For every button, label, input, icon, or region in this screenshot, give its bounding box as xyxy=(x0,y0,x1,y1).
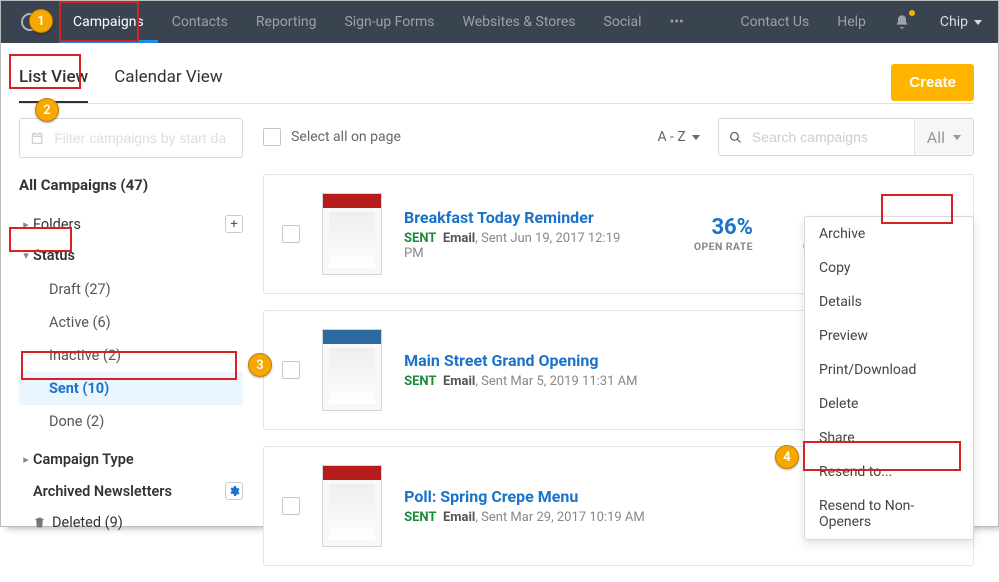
dropdown-copy[interactable]: Copy xyxy=(805,251,973,285)
date-filter-field[interactable] xyxy=(52,129,232,147)
campaign-title[interactable]: Poll: Spring Crepe Menu xyxy=(404,487,843,506)
campaign-thumbnail[interactable] xyxy=(322,193,382,275)
campaign-thumbnail[interactable] xyxy=(322,329,382,411)
caret-right-icon xyxy=(19,218,33,231)
status-inactive[interactable]: Inactive (2) xyxy=(19,339,243,372)
dropdown-resend-to[interactable]: Resend to... xyxy=(805,455,973,489)
status-draft[interactable]: Draft (27) xyxy=(19,273,243,306)
chevron-down-icon xyxy=(974,20,982,25)
status-sent[interactable]: Sent (10) xyxy=(19,372,243,405)
sort-label: A - Z xyxy=(657,129,685,145)
archived-settings-button[interactable] xyxy=(225,482,243,500)
notification-bell-icon[interactable] xyxy=(880,1,924,43)
chevron-down-icon xyxy=(692,135,700,140)
sub-nav: List View Calendar View Create xyxy=(1,43,998,103)
sidebar-deleted[interactable]: Deleted (9) xyxy=(19,507,243,538)
sidebar-campaign-type[interactable]: Campaign Type xyxy=(19,444,243,475)
nav-help[interactable]: Help xyxy=(823,1,880,43)
user-name: Chip xyxy=(940,14,968,30)
campaign-list: Select all on page A - Z All xyxy=(263,118,974,582)
sidebar-archived-label: Archived Newsletters xyxy=(33,483,225,500)
step-badge-4: 4 xyxy=(775,445,799,469)
chevron-down-icon xyxy=(953,135,961,140)
nav-campaigns[interactable]: Campaigns xyxy=(59,1,158,43)
sidebar-folders-label: Folders xyxy=(33,216,225,233)
search-box: All xyxy=(718,118,974,156)
campaign-meta: SENT Email, Sent Mar 29, 2017 10:19 AM xyxy=(404,510,843,525)
nav-reporting[interactable]: Reporting xyxy=(242,1,331,43)
campaign-title[interactable]: Main Street Grand Opening xyxy=(404,351,843,370)
search-icon xyxy=(729,130,742,145)
list-controls: Select all on page A - Z All xyxy=(263,118,974,156)
nav-more-icon[interactable]: ••• xyxy=(656,1,698,43)
checkbox[interactable] xyxy=(263,128,281,146)
sidebar-deleted-label: Deleted (9) xyxy=(52,514,243,531)
row-checkbox[interactable] xyxy=(282,497,300,515)
nav-websites-stores[interactable]: Websites & Stores xyxy=(449,1,590,43)
gear-icon xyxy=(228,485,240,497)
search-filter-label: All xyxy=(927,128,945,147)
step-badge-1: 1 xyxy=(29,9,53,33)
dropdown-delete[interactable]: Delete xyxy=(805,387,973,421)
sort-dropdown[interactable]: A - Z xyxy=(657,129,699,145)
add-folder-button[interactable]: + xyxy=(225,215,243,233)
campaign-thumbnail[interactable] xyxy=(322,465,382,547)
nav-contacts[interactable]: Contacts xyxy=(158,1,242,43)
select-all-on-page[interactable]: Select all on page xyxy=(263,128,401,146)
create-button[interactable]: Create xyxy=(891,64,974,101)
search-input[interactable] xyxy=(750,128,904,146)
search-filter-dropdown[interactable]: All xyxy=(914,119,973,155)
sidebar-status[interactable]: Status xyxy=(19,240,243,271)
more-dropdown: Archive Copy Details Preview Print/Downl… xyxy=(804,216,974,540)
step-badge-3: 3 xyxy=(248,353,272,377)
step-badge-2: 2 xyxy=(35,98,59,122)
nav-signup-forms[interactable]: Sign-up Forms xyxy=(330,1,448,43)
caret-down-icon xyxy=(19,249,33,262)
dropdown-share[interactable]: Share xyxy=(805,421,973,455)
date-filter-input[interactable] xyxy=(19,118,243,158)
sidebar-archived[interactable]: Archived Newsletters xyxy=(19,475,243,507)
campaign-meta: SENT Email, Sent Mar 5, 2019 11:31 AM xyxy=(404,374,843,389)
nav-social[interactable]: Social xyxy=(590,1,656,43)
status-active[interactable]: Active (6) xyxy=(19,306,243,339)
dropdown-details[interactable]: Details xyxy=(805,285,973,319)
campaign-title[interactable]: Breakfast Today Reminder xyxy=(404,208,642,227)
sidebar-campaign-type-label: Campaign Type xyxy=(33,451,243,468)
caret-right-icon xyxy=(19,453,33,466)
select-all-label: Select all on page xyxy=(291,129,401,145)
tab-list-view[interactable]: List View xyxy=(19,61,88,103)
sidebar-all-campaigns[interactable]: All Campaigns (47) xyxy=(19,176,243,194)
row-checkbox[interactable] xyxy=(282,361,300,379)
user-menu[interactable]: Chip xyxy=(924,1,998,43)
tab-calendar-view[interactable]: Calendar View xyxy=(114,61,222,103)
dropdown-print-download[interactable]: Print/Download xyxy=(805,353,973,387)
row-checkbox[interactable] xyxy=(282,225,300,243)
dropdown-preview[interactable]: Preview xyxy=(805,319,973,353)
sidebar-status-label: Status xyxy=(33,247,243,264)
trash-icon xyxy=(33,516,46,529)
sidebar-folders[interactable]: Folders + xyxy=(19,208,243,240)
top-nav: Campaigns Contacts Reporting Sign-up For… xyxy=(1,1,998,43)
campaign-meta: SENT Email, Sent Jun 19, 2017 12:19 PM xyxy=(404,231,642,261)
open-rate-metric: 36% OPEN RATE xyxy=(664,215,753,253)
dropdown-resend-non-openers[interactable]: Resend to Non-Openers xyxy=(805,489,973,539)
nav-contact-us[interactable]: Contact Us xyxy=(727,1,824,43)
sidebar: All Campaigns (47) Folders + Status Draf… xyxy=(19,118,243,538)
calendar-icon xyxy=(30,130,44,146)
dropdown-archive[interactable]: Archive xyxy=(805,217,973,251)
status-done[interactable]: Done (2) xyxy=(19,405,243,438)
notification-dot xyxy=(909,10,915,16)
